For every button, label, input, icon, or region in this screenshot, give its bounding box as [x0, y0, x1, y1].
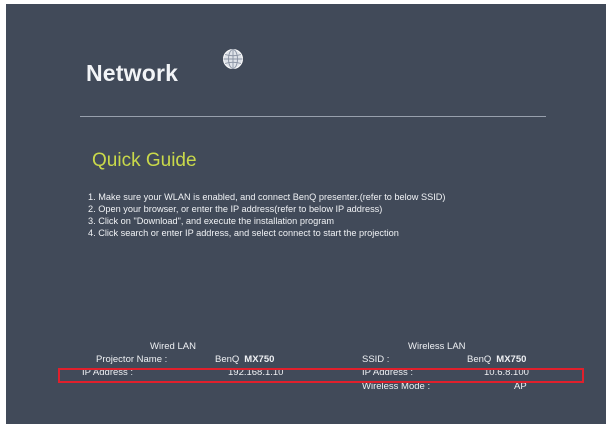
ssid-brand: BenQ: [467, 354, 492, 365]
wired-lan-heading: Wired LAN: [150, 341, 196, 352]
quick-guide-heading: Quick Guide: [92, 150, 197, 171]
projector-name-brand: BenQ: [215, 354, 240, 365]
quick-guide-step: 4. Click search or enter IP address, and…: [88, 228, 399, 238]
quick-guide-step: 1. Make sure your WLAN is enabled, and c…: [88, 192, 446, 202]
ip-address-highlight-box: [58, 368, 584, 383]
projector-name-value: BenQ MX750: [215, 354, 274, 365]
wireless-lan-heading: Wireless LAN: [408, 341, 466, 352]
quick-guide-step: 3. Click on "Download", and execute the …: [88, 216, 335, 226]
page-title: Network: [86, 60, 179, 86]
quick-guide-step: 2. Open your browser, or enter the IP ad…: [88, 204, 383, 214]
projector-name-model: MX750: [244, 354, 275, 365]
ssid-label: SSID :: [362, 354, 390, 365]
ssid-model: MX750: [496, 354, 527, 365]
network-screen: Network Quick Guide 1. Make sure your WL…: [6, 4, 606, 424]
quick-guide-steps: 1. Make sure your WLAN is enabled, and c…: [88, 191, 445, 239]
title-divider: [80, 116, 546, 117]
ssid-value: BenQ MX750: [467, 354, 526, 365]
projector-name-label: Projector Name :: [96, 354, 168, 365]
globe-icon: [223, 49, 243, 69]
